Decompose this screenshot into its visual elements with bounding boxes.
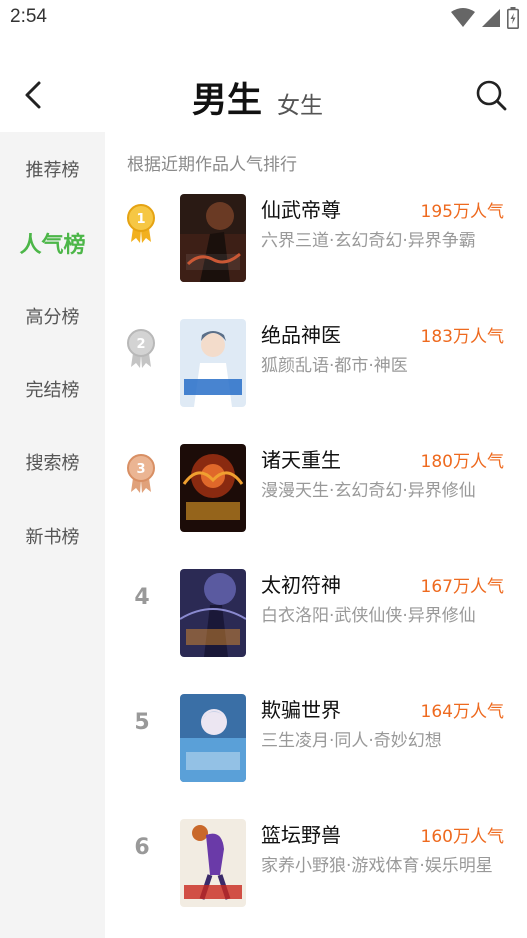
silver-medal-icon: 2 xyxy=(127,329,155,368)
rank-number: 3 xyxy=(136,462,145,477)
rank-number: 5 xyxy=(134,710,150,735)
tab-male[interactable]: 男生 xyxy=(192,72,262,123)
sidebar-item-popularity[interactable]: 人气榜 xyxy=(0,227,105,259)
book-meta: 家养小野狼·游戏体育·娱乐明星 xyxy=(261,856,493,876)
book-meta: 三生凌月·同人·奇妙幻想 xyxy=(261,731,442,751)
book-meta: 白衣洛阳·武侠仙侠·异界修仙 xyxy=(261,606,476,626)
category-sidebar: 推荐榜 人气榜 高分榜 完结榜 搜索榜 新书榜 xyxy=(0,132,105,938)
status-time: 2:54 xyxy=(10,6,47,27)
rank-number: 6 xyxy=(134,835,150,860)
list-subtitle: 根据近期作品人气排行 xyxy=(127,155,297,175)
sidebar-item-recommend[interactable]: 推荐榜 xyxy=(0,156,105,182)
book-title: 仙武帝尊 xyxy=(261,198,341,222)
book-cover xyxy=(180,819,246,907)
popularity-count: 195万人气 xyxy=(420,202,504,222)
book-cover xyxy=(180,319,246,407)
sidebar-item-completed[interactable]: 完结榜 xyxy=(0,376,105,402)
book-title: 绝品神医 xyxy=(261,323,341,347)
battery-icon xyxy=(507,7,519,29)
book-cover xyxy=(180,694,246,782)
header: 男生 女生 xyxy=(0,56,527,132)
status-bar: 2:54 xyxy=(0,0,527,36)
popularity-count: 164万人气 xyxy=(420,702,504,722)
rank-number: 1 xyxy=(136,212,145,227)
list-item[interactable]: 3 诸天重生 180万人气 漫漫天生·玄幻奇幻·异界修仙 xyxy=(105,430,527,540)
book-cover xyxy=(180,444,246,532)
book-title: 欺骗世界 xyxy=(261,698,341,722)
book-cover xyxy=(180,569,246,657)
rank-number: 4 xyxy=(134,585,150,610)
list-item[interactable]: 6 篮坛野兽 160万人气 家养小野狼·游戏体育·娱乐明星 xyxy=(105,805,527,915)
book-title: 诸天重生 xyxy=(261,448,341,472)
rank-number: 2 xyxy=(136,337,145,352)
book-meta: 漫漫天生·玄幻奇幻·异界修仙 xyxy=(261,481,476,501)
status-icons xyxy=(451,7,519,29)
popularity-count: 180万人气 xyxy=(420,452,504,472)
book-meta: 狐颜乱语·都市·神医 xyxy=(261,356,408,376)
sidebar-item-new[interactable]: 新书榜 xyxy=(0,523,105,549)
popularity-count: 183万人气 xyxy=(420,327,504,347)
book-title: 太初符神 xyxy=(261,573,341,597)
popularity-count: 160万人气 xyxy=(420,827,504,847)
wifi-icon xyxy=(451,8,475,27)
book-cover xyxy=(180,194,246,282)
list-item[interactable]: 5 欺骗世界 164万人气 三生凌月·同人·奇妙幻想 xyxy=(105,680,527,790)
book-meta: 六界三道·玄幻奇幻·异界争霸 xyxy=(261,231,476,251)
popularity-count: 167万人气 xyxy=(420,577,504,597)
gold-medal-icon: 1 xyxy=(127,204,155,243)
book-title: 篮坛野兽 xyxy=(261,823,341,847)
back-icon[interactable] xyxy=(18,78,50,112)
list-item[interactable]: 1 仙武帝尊 195万人气 六界三道·玄幻奇幻·异界争霸 xyxy=(105,180,527,290)
list-item[interactable]: 2 绝品神医 183万人气 狐颜乱语·都市·神医 xyxy=(105,305,527,415)
tab-female[interactable]: 女生 xyxy=(277,86,323,120)
sidebar-item-top-rated[interactable]: 高分榜 xyxy=(0,303,105,329)
sidebar-item-search[interactable]: 搜索榜 xyxy=(0,449,105,475)
list-item[interactable]: 4 太初符神 167万人气 白衣洛阳·武侠仙侠·异界修仙 xyxy=(105,555,527,665)
search-icon[interactable] xyxy=(474,78,508,112)
bronze-medal-icon: 3 xyxy=(127,454,155,493)
signal-icon xyxy=(482,9,500,27)
